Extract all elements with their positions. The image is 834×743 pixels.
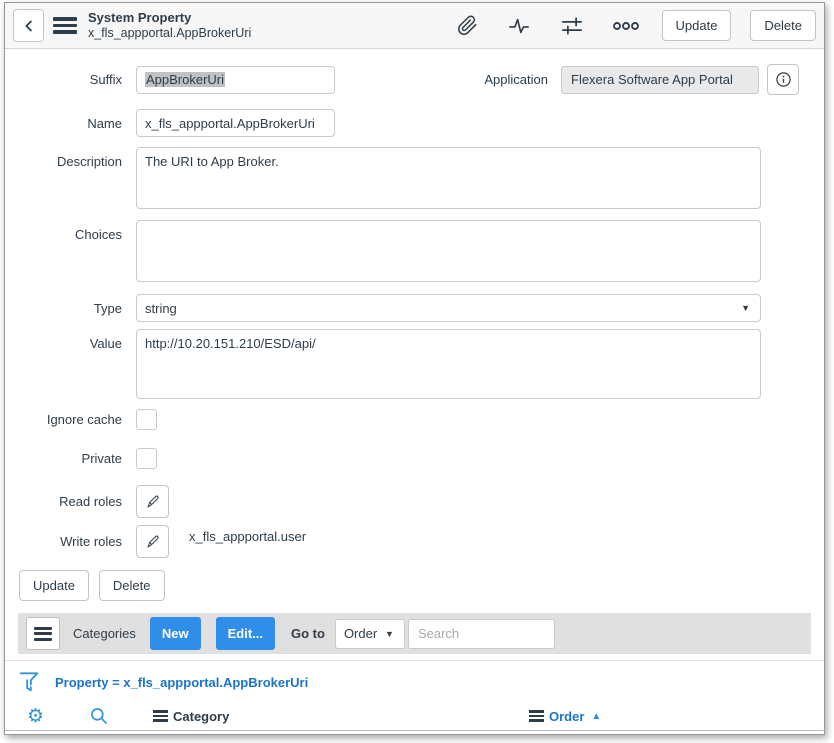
name-input[interactable] <box>136 109 335 137</box>
gear-icon: ⚙ <box>27 707 44 726</box>
dropdown-caret-icon: ▼ <box>385 629 394 639</box>
order-column-label: Order <box>549 709 584 724</box>
write-roles-value: x_fls_appportal.user <box>189 525 306 544</box>
personalize-form-icon[interactable] <box>560 15 584 37</box>
pencil-icon <box>145 534 161 550</box>
sort-ascending-icon: ▲ <box>591 711 601 722</box>
type-label: Type <box>5 301 122 316</box>
type-selected-value: string <box>145 301 177 316</box>
write-roles-edit-button[interactable] <box>136 525 169 558</box>
form-context-menu-icon[interactable] <box>53 17 77 34</box>
form-header: System Property x_fls_appportal.AppBroke… <box>5 3 824 49</box>
column-menu-icon[interactable] <box>153 710 168 722</box>
edit-button[interactable]: Edit... <box>216 617 275 650</box>
list-personalize-button[interactable]: ⚙ <box>27 701 44 731</box>
list-search-input[interactable] <box>408 619 555 649</box>
hamburger-icon <box>34 627 52 641</box>
dropdown-caret-icon: ▼ <box>741 303 750 313</box>
app-window: System Property x_fls_appportal.AppBroke… <box>4 2 825 735</box>
categories-related-list: Categories New Edit... Go to Order ▼ Pro… <box>5 613 824 731</box>
list-context-menu-button[interactable] <box>26 617 60 650</box>
column-header-order[interactable]: Order ▲ <box>529 701 601 731</box>
system-property-form: Suffix AppBrokerUri Application Flexera … <box>5 49 824 601</box>
form-delete-button[interactable]: Delete <box>99 570 165 601</box>
chevron-left-icon <box>20 17 38 35</box>
header-update-button[interactable]: Update <box>662 10 732 41</box>
filter-funnel-icon[interactable] <box>18 670 40 695</box>
filter-breadcrumb[interactable]: Property = x_fls_appportal.AppBrokerUri <box>55 675 308 690</box>
record-name: x_fls_appportal.AppBrokerUri <box>88 26 251 41</box>
name-label: Name <box>5 116 122 131</box>
choices-textarea[interactable] <box>136 220 761 282</box>
category-column-label: Category <box>173 709 229 724</box>
list-column-header-row: ⚙ Category Order ▲ <box>5 701 824 731</box>
list-search-button[interactable] <box>89 701 109 731</box>
description-label: Description <box>5 147 122 169</box>
column-header-category[interactable]: Category <box>153 701 229 731</box>
value-textarea[interactable] <box>136 329 761 399</box>
more-options-icon[interactable] <box>613 19 639 33</box>
page-title: System Property <box>88 10 251 26</box>
attachment-icon[interactable] <box>457 15 478 36</box>
suffix-label: Suffix <box>5 72 122 87</box>
related-list-toolbar: Categories New Edit... Go to Order ▼ <box>18 613 811 654</box>
breadcrumb-filter-row: Property = x_fls_appportal.AppBrokerUri <box>18 665 811 699</box>
read-roles-label: Read roles <box>5 494 122 509</box>
read-roles-edit-button[interactable] <box>136 485 169 518</box>
type-select[interactable]: string ▼ <box>136 294 761 322</box>
choices-label: Choices <box>5 220 122 242</box>
new-button[interactable]: New <box>150 617 201 650</box>
application-field: Flexera Software App Portal <box>561 66 759 94</box>
goto-label: Go to <box>291 626 325 641</box>
application-label: Application <box>484 72 548 87</box>
search-icon <box>89 706 109 726</box>
write-roles-label: Write roles <box>5 534 122 549</box>
suffix-input[interactable]: AppBrokerUri <box>136 66 335 94</box>
activity-stream-icon[interactable] <box>507 15 531 37</box>
ignore-cache-checkbox[interactable] <box>136 409 157 430</box>
pencil-icon <box>145 494 161 510</box>
divider <box>5 660 824 661</box>
goto-selected-value: Order <box>344 626 377 641</box>
back-button[interactable] <box>13 9 44 42</box>
info-icon <box>775 71 792 88</box>
description-textarea[interactable] <box>136 147 761 209</box>
goto-field-select[interactable]: Order ▼ <box>335 619 405 649</box>
column-menu-icon[interactable] <box>529 710 544 722</box>
header-icon-group <box>457 15 639 37</box>
private-label: Private <box>5 451 122 466</box>
record-title: System Property x_fls_appportal.AppBroke… <box>88 10 251 41</box>
private-checkbox[interactable] <box>136 448 157 469</box>
suffix-selected-text: AppBrokerUri <box>145 72 225 87</box>
header-delete-button[interactable]: Delete <box>750 10 816 41</box>
value-label: Value <box>5 329 122 351</box>
application-info-button[interactable] <box>767 64 799 95</box>
form-update-button[interactable]: Update <box>19 570 89 601</box>
related-list-title: Categories <box>73 626 136 641</box>
ignore-cache-label: Ignore cache <box>5 412 122 427</box>
